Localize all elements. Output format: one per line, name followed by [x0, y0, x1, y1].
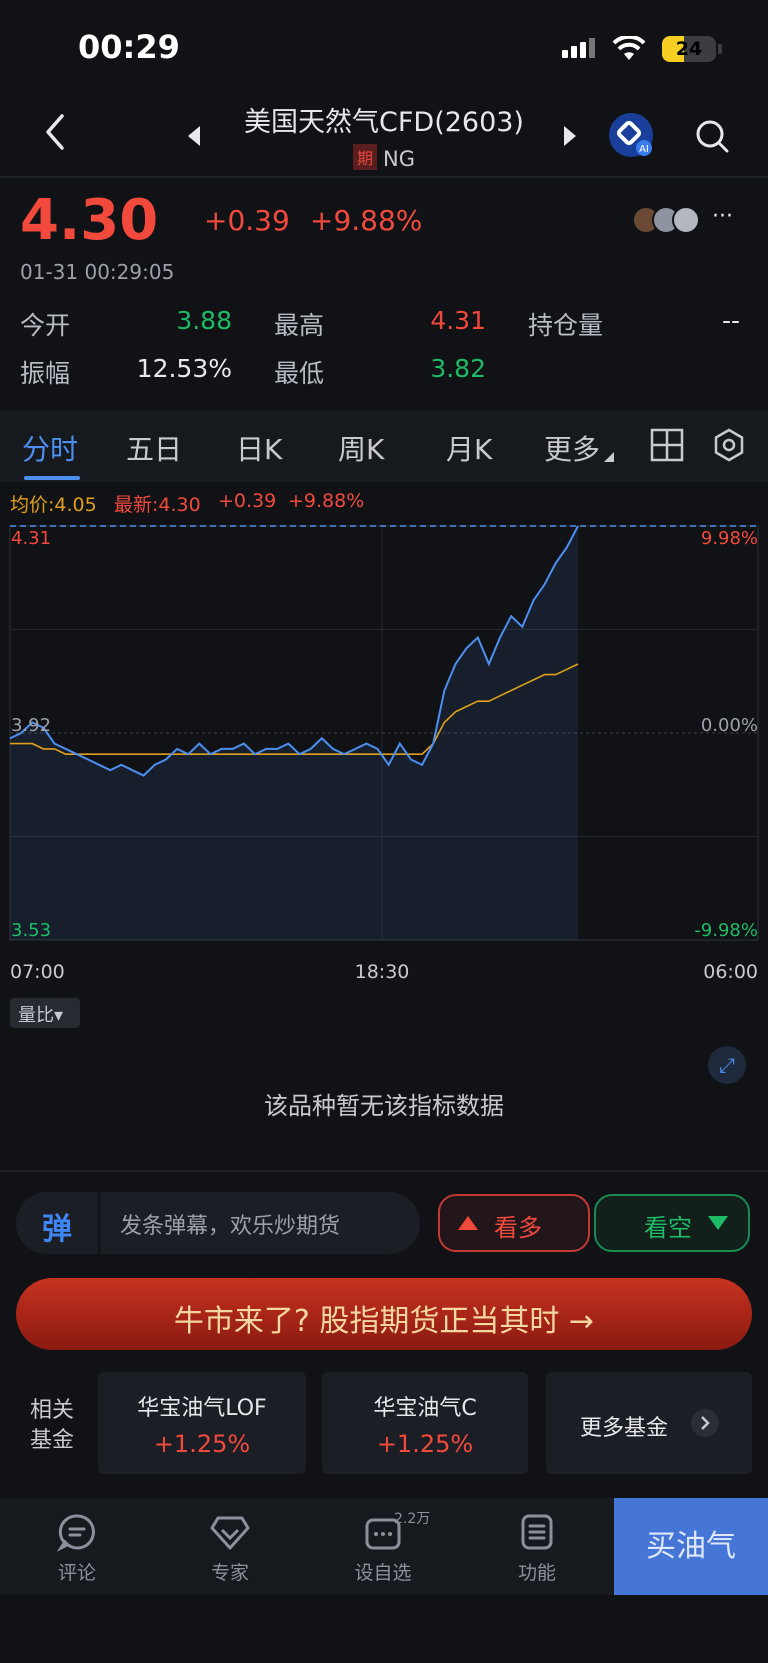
comment-label: 评论: [57, 1562, 96, 1584]
legend-change-pct: +9.88%: [288, 490, 365, 512]
price-change-pct: +9.88%: [310, 204, 423, 237]
search-icon[interactable]: [694, 118, 730, 154]
grid-layout-icon[interactable]: [650, 428, 684, 462]
back-icon[interactable]: [40, 112, 70, 152]
last-price: 4.30: [20, 188, 159, 253]
promo-banner-text[interactable]: 牛市来了? 股指期货正当其时 →: [16, 1296, 752, 1340]
watchlist-label: 设自选: [354, 1562, 412, 1584]
stat-high-label: 最高: [274, 311, 325, 340]
indicator-selector[interactable]: 量比▾: [10, 998, 80, 1028]
y-tick-label-right: 9.98%: [701, 528, 758, 549]
expand-icon[interactable]: ⤢: [708, 1046, 746, 1084]
function-icon: [521, 1514, 553, 1550]
buy-button[interactable]: 买油气: [614, 1498, 768, 1595]
follower-avatars[interactable]: [632, 206, 704, 234]
stat-amplitude-label: 振幅: [20, 359, 71, 388]
more-funds-card[interactable]: 更多基金: [546, 1372, 752, 1474]
fund-name: 华宝油气LOF: [137, 1396, 267, 1421]
stat-amplitude-value: 12.53%: [136, 354, 232, 383]
y-tick-label-right: -9.98%: [694, 920, 758, 941]
tab-five-day[interactable]: 五日: [126, 428, 182, 468]
battery-level: 24: [675, 38, 703, 60]
danmu-icon[interactable]: 弹: [42, 1204, 82, 1247]
cellular-signal-icon: [562, 38, 598, 58]
x-tick-label: 06:00: [703, 961, 758, 980]
tab-monthly-k[interactable]: 月K: [446, 428, 492, 468]
fund-change: +1.25%: [153, 1430, 251, 1458]
more-options-icon[interactable]: ···: [712, 204, 733, 229]
triangle-down-icon: [708, 1216, 728, 1230]
avatar: [672, 206, 700, 234]
section-divider: [0, 1170, 768, 1172]
tab-intraday[interactable]: 分时: [22, 428, 78, 468]
x-tick-label: 18:30: [355, 961, 410, 980]
danmu-placeholder[interactable]: 发条弹幕，欢乐炒期货: [120, 1208, 340, 1240]
status-time: 00:29: [78, 28, 180, 66]
home-indicator-area: [0, 1595, 768, 1663]
y-tick-label-left: 3.53: [11, 920, 51, 941]
intraday-chart[interactable]: 4.31 3.92 3.53 9.98% 0.00% -9.98% 07:00 18:30 06…: [0, 520, 768, 980]
expert-label: 专家: [210, 1562, 249, 1584]
y-tick-label-left: 3.92: [11, 715, 51, 736]
wifi-icon: [612, 36, 646, 60]
bullish-label[interactable]: 看多: [494, 1208, 542, 1243]
chevron-right-icon: [691, 1409, 719, 1437]
ai-assistant-icon[interactable]: AI: [608, 112, 654, 158]
stat-high-value: 4.31: [430, 306, 486, 335]
stat-open-label: 今开: [20, 311, 71, 340]
settings-icon[interactable]: [712, 428, 746, 462]
legend-latest: 最新:4.30: [114, 494, 201, 516]
symbol-code: NG: [383, 147, 415, 171]
function-button[interactable]: 功能: [482, 1512, 592, 1585]
more-funds-label: 更多基金: [580, 1416, 669, 1441]
x-tick-label: 07:00: [10, 961, 65, 980]
legend-change: +0.39: [218, 490, 277, 512]
tab-weekly-k[interactable]: 周K: [338, 428, 384, 468]
comment-button[interactable]: 评论: [22, 1512, 132, 1585]
stat-oi-value: --: [721, 306, 740, 335]
bearish-label[interactable]: 看空: [644, 1208, 692, 1243]
price-change: +0.39: [204, 204, 290, 237]
header-divider: [0, 176, 768, 178]
y-tick-label-right: 0.00%: [701, 715, 758, 736]
indicator-empty-message: 该品种暂无该指标数据: [264, 1092, 504, 1120]
y-tick-label-left: 4.31: [11, 528, 51, 549]
related-funds-label: 相关基金: [30, 1398, 75, 1453]
function-label: 功能: [517, 1562, 556, 1584]
fund-card[interactable]: 华宝油气LOF +1.25%: [98, 1372, 306, 1474]
battery-icon: 24: [662, 36, 716, 62]
more-dropdown-icon: [604, 452, 614, 462]
quote-timestamp: 01-31 00:29:05: [20, 260, 175, 284]
symbol-subtitle: 期 NG: [200, 144, 568, 171]
stat-open-value: 3.88: [176, 306, 232, 335]
svg-text:AI: AI: [639, 144, 649, 155]
danmu-divider: [98, 1192, 100, 1254]
expert-icon: [210, 1516, 250, 1550]
fund-name: 华宝油气C: [373, 1396, 477, 1421]
battery-tip: [718, 44, 722, 54]
stat-low-value: 3.82: [430, 354, 486, 383]
tab-daily-k[interactable]: 日K: [236, 428, 282, 468]
stat-low-label: 最低: [274, 359, 325, 388]
tab-active-indicator: [24, 476, 80, 480]
watchlist-count-badge: 2.2万: [394, 1511, 431, 1527]
tab-more[interactable]: 更多: [544, 428, 600, 468]
stat-oi-label: 持仓量: [528, 311, 604, 340]
next-contract-icon[interactable]: [560, 124, 578, 148]
page-title: 美国天然气CFD(2603): [244, 107, 524, 138]
legend-avg: 均价:4.05: [10, 494, 97, 516]
comment-icon: [57, 1514, 95, 1552]
fund-change: +1.25%: [376, 1430, 474, 1458]
fund-card[interactable]: 华宝油气C +1.25%: [322, 1372, 528, 1474]
triangle-up-icon: [458, 1216, 478, 1230]
expert-button[interactable]: 专家: [175, 1512, 285, 1585]
futures-badge: 期: [353, 144, 378, 170]
